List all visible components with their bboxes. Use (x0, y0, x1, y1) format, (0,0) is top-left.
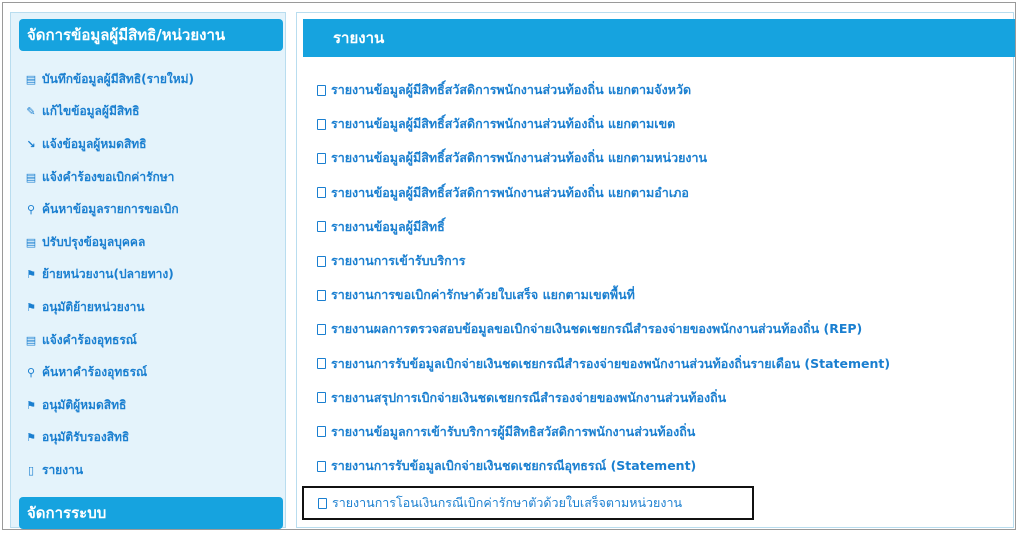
document-icon: ▯ (27, 463, 35, 477)
chart-icon: ↘ (26, 137, 36, 151)
report-link-highlighted[interactable]: รายงานการโอนเงินกรณีเบิกค่ารักษาตัวด้วยใ… (302, 486, 754, 520)
sidebar-item-approve-expired[interactable]: ⚑ อนุมัติผู้หมดสิทธิ (25, 389, 281, 422)
report-link-label: รายงานข้อมูลผู้มีสิทธิ์ (331, 218, 445, 234)
report-link[interactable]: รายงานการรับข้อมูลเบิกจ่ายเงินชดเชยกรณีอ… (317, 449, 1017, 483)
sidebar-item-label: ปรับปรุงข้อมูลบุคคล (42, 234, 146, 249)
sidebar-item-new-beneficiary[interactable]: ▤ บันทึกข้อมูลผู้มีสิทธิ(รายใหม่) (25, 63, 281, 96)
document-icon (317, 221, 326, 233)
report-link-label: รายงานผลการตรวจสอบข้อมูลขอเบิกจ่ายเงินชด… (331, 321, 863, 337)
report-link[interactable]: รายงานการรับข้อมูลเบิกจ่ายเงินชดเชยกรณีส… (317, 347, 1017, 381)
document-icon (317, 392, 326, 404)
report-link[interactable]: รายงานข้อมูลผู้มีสิทธิ์สวัสดิการพนักงานส… (317, 141, 1017, 175)
sidebar-item-transfer-unit[interactable]: ⚑ ย้ายหน่วยงาน(ปลายทาง) (25, 259, 281, 292)
sidebar-item-appeal-request[interactable]: ▤ แจ้งคำร้องอุทธรณ์ (25, 324, 281, 357)
flag-icon: ⚑ (26, 268, 36, 282)
report-link-label: รายงานข้อมูลการเข้ารับบริการผู้มีสิทธิสว… (331, 423, 696, 439)
sidebar-item-update-person[interactable]: ▤ ปรับปรุงข้อมูลบุคคล (25, 226, 281, 259)
document-icon (317, 358, 326, 370)
report-link[interactable]: รายงานข้อมูลการเข้ารับบริการผู้มีสิทธิสว… (317, 415, 1017, 449)
sidebar-item-reports[interactable]: ▯ รายงาน (25, 454, 281, 487)
report-link-label: รายงานการเข้ารับบริการ (331, 253, 466, 269)
sidebar-item-label: ค้นหาข้อมูลรายการขอเบิก (42, 202, 179, 217)
report-link-label: รายงานการรับข้อมูลเบิกจ่ายเงินชดเชยกรณีส… (331, 355, 891, 371)
report-link[interactable]: รายงานข้อมูลผู้มีสิทธิ์สวัสดิการพนักงานส… (317, 176, 1017, 210)
save-icon: ▤ (25, 72, 37, 86)
sidebar-item-label: แจ้งข้อมูลผู้หมดสิทธิ (42, 136, 147, 151)
document-icon (317, 118, 326, 130)
save-icon: ▤ (25, 170, 37, 184)
document-icon (317, 187, 326, 199)
sidebar-item-label: บันทึกข้อมูลผู้มีสิทธิ(รายใหม่) (42, 71, 195, 86)
sidebar-item-label: ค้นหาคำร้องอุทธรณ์ (42, 365, 148, 380)
document-icon (317, 152, 326, 164)
document-icon (317, 460, 326, 472)
sidebar-item-expired-rights[interactable]: ↘ แจ้งข้อมูลผู้หมดสิทธิ (25, 128, 281, 161)
sidebar-item-approve-certify[interactable]: ⚑ อนุมัติรับรองสิทธิ (25, 422, 281, 455)
sidebar-item-search-claims[interactable]: ⚲ ค้นหาข้อมูลรายการขอเบิก (25, 193, 281, 226)
document-icon (317, 84, 326, 96)
report-link-label: รายงานข้อมูลผู้มีสิทธิ์สวัสดิการพนักงานส… (331, 150, 708, 166)
save-icon: ▤ (25, 333, 37, 347)
sidebar-item-label: อนุมัติย้ายหน่วยงาน (42, 299, 145, 314)
report-list: รายงานข้อมูลผู้มีสิทธิ์สวัสดิการพนักงานส… (317, 73, 1017, 483)
report-link[interactable]: รายงานข้อมูลผู้มีสิทธิ์สวัสดิการพนักงานส… (317, 107, 1017, 141)
sidebar-item-label: อนุมัติรับรองสิทธิ (42, 430, 130, 445)
document-icon (317, 426, 326, 438)
document-icon (317, 255, 326, 267)
report-link-label: รายงานการขอเบิกค่ารักษาด้วยใบเสร็จ แยกตา… (331, 287, 635, 303)
sidebar-item-approve-transfer[interactable]: ⚑ อนุมัติย้ายหน่วยงาน (25, 291, 281, 324)
report-link-label: รายงานข้อมูลผู้มีสิทธิ์สวัสดิการพนักงานส… (331, 82, 692, 98)
document-icon (317, 289, 326, 301)
report-link[interactable]: รายงานการเข้ารับบริการ (317, 244, 1017, 278)
sidebar-item-label: อนุมัติผู้หมดสิทธิ (42, 397, 127, 412)
sidebar-item-label: แจ้งคำร้องขอเบิกค่ารักษา (42, 169, 175, 184)
sidebar-header-system[interactable]: จัดการระบบ (19, 497, 283, 529)
report-link[interactable]: รายงานสรุปการเบิกจ่ายเงินชดเชยกรณีสำรองจ… (317, 381, 1017, 415)
sidebar-item-search-appeals[interactable]: ⚲ ค้นหาคำร้องอุทธรณ์ (25, 356, 281, 389)
wrench-icon: ✎ (26, 105, 36, 119)
document-icon (318, 497, 327, 509)
report-link[interactable]: รายงานการขอเบิกค่ารักษาด้วยใบเสร็จ แยกตา… (317, 278, 1017, 312)
search-icon: ⚲ (26, 366, 36, 380)
sidebar-item-label: แจ้งคำร้องอุทธรณ์ (42, 332, 137, 347)
report-link-label: รายงานข้อมูลผู้มีสิทธิ์สวัสดิการพนักงานส… (331, 116, 676, 132)
document-icon (317, 323, 326, 335)
flag-icon: ⚑ (26, 300, 36, 314)
flag-icon: ⚑ (26, 431, 36, 445)
search-icon: ⚲ (26, 203, 36, 217)
report-link[interactable]: รายงานข้อมูลผู้มีสิทธิ์ (317, 210, 1017, 244)
sidebar-header[interactable]: จัดการข้อมูลผู้มีสิทธิ/หน่วยงาน (19, 19, 283, 51)
sidebar-item-label: แก้ไขข้อมูลผู้มีสิทธิ (42, 104, 140, 119)
report-link-label: รายงานการโอนเงินกรณีเบิกค่ารักษาตัวด้วยใ… (332, 495, 683, 510)
report-link-label: รายงานสรุปการเบิกจ่ายเงินชดเชยกรณีสำรองจ… (331, 389, 727, 405)
report-link[interactable]: รายงานข้อมูลผู้มีสิทธิ์สวัสดิการพนักงานส… (317, 73, 1017, 107)
sidebar-item-label: รายงาน (42, 462, 84, 477)
sidebar-item-label: ย้ายหน่วยงาน(ปลายทาง) (42, 267, 174, 282)
sidebar-menu: ▤ บันทึกข้อมูลผู้มีสิทธิ(รายใหม่) ✎ แก้ไขข… (25, 63, 281, 487)
main-header: รายงาน (303, 19, 1015, 57)
report-link-label: รายงานการรับข้อมูลเบิกจ่ายเงินชดเชยกรณีอ… (331, 458, 697, 474)
report-link-label: รายงานข้อมูลผู้มีสิทธิ์สวัสดิการพนักงานส… (331, 184, 689, 200)
sidebar: จัดการข้อมูลผู้มีสิทธิ/หน่วยงาน ▤ บันทึกข… (10, 12, 286, 529)
sidebar-item-edit-beneficiary[interactable]: ✎ แก้ไขข้อมูลผู้มีสิทธิ (25, 96, 281, 129)
save-icon: ▤ (25, 235, 37, 249)
report-link[interactable]: รายงานผลการตรวจสอบข้อมูลขอเบิกจ่ายเงินชด… (317, 312, 1017, 346)
main-panel: รายงาน รายงานข้อมูลผู้มีสิทธิ์สวัสดิการพ… (296, 12, 1017, 528)
flag-icon: ⚑ (26, 398, 36, 412)
sidebar-item-claim-request[interactable]: ▤ แจ้งคำร้องขอเบิกค่ารักษา (25, 161, 281, 194)
